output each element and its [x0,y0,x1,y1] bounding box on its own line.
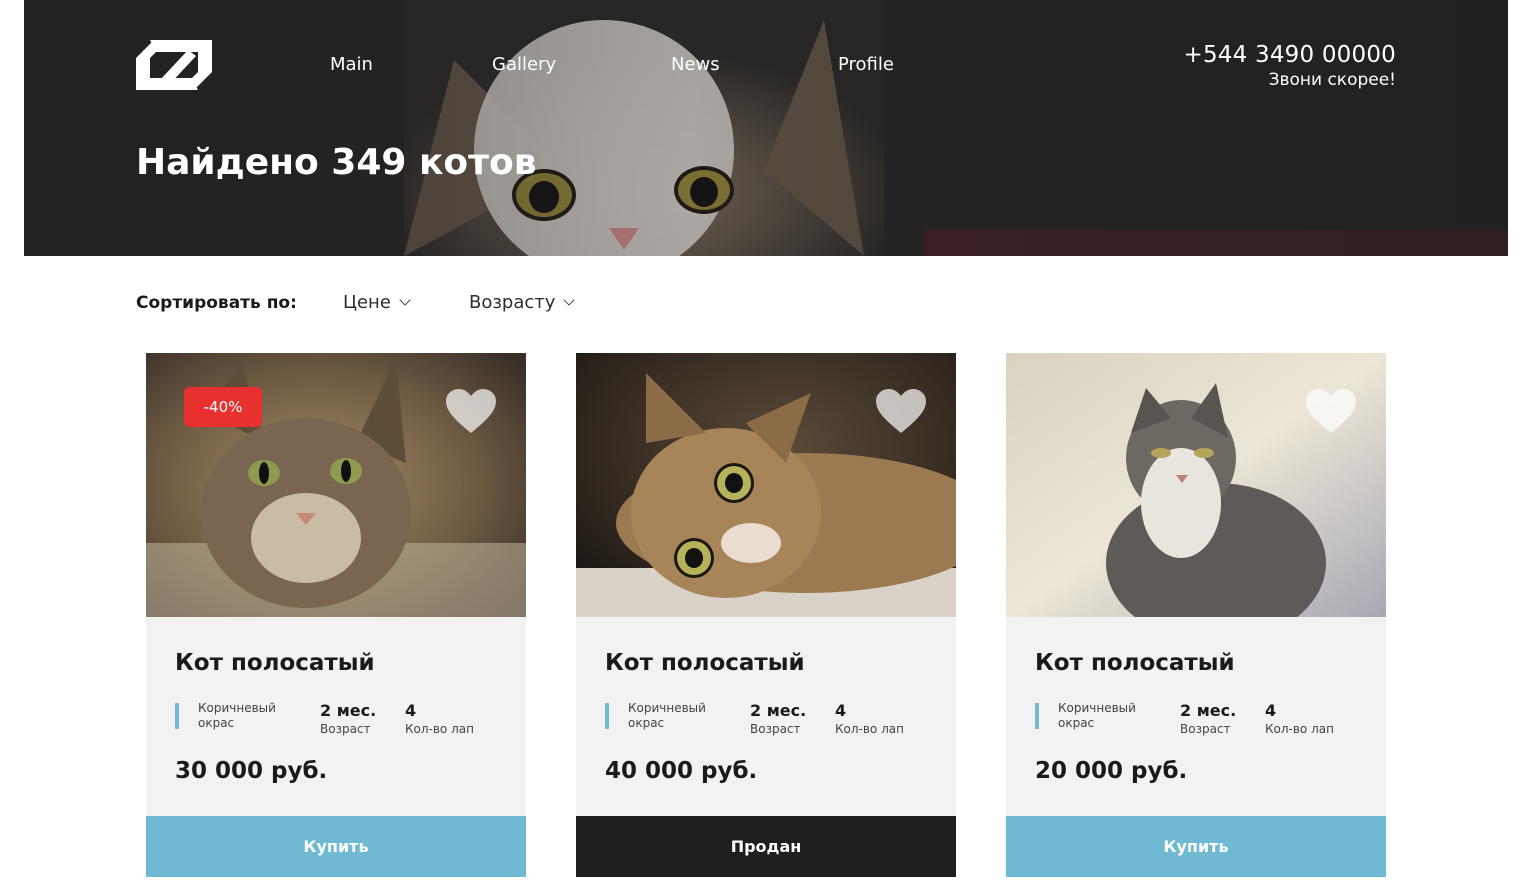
spec-accent-bar [1035,703,1039,729]
nav-profile[interactable]: Profile [838,54,894,75]
spec-accent-bar [175,703,179,729]
spec-color: Коричневый окрас [1058,701,1136,730]
spec-paws-label: Кол-во лап [405,722,474,736]
cat-title[interactable]: Кот полосатый [1035,650,1235,676]
spec-paws-label: Кол-во лап [835,722,904,736]
heart-icon[interactable] [876,389,926,435]
cat-card: Кот полосатый Коричневый окрас 2 мес. Во… [576,353,956,877]
sort-label: Сортировать по: [136,293,297,313]
spec-age-value: 2 мес. [320,701,377,720]
hero-overlay [24,0,1508,256]
spec-paws-value: 4 [1265,701,1277,720]
cat-specs: Коричневый окрас 2 мес. Возраст 4 Кол-во… [175,700,505,740]
cat-price: 40 000 руб. [605,758,758,784]
spec-accent-bar [605,703,609,729]
discount-badge: -40% [184,387,262,427]
page-title: Найдено 349 котов [136,142,537,183]
spec-age-value: 2 мес. [1180,701,1237,720]
chevron-down-icon [563,294,576,306]
spec-paws-value: 4 [405,701,417,720]
nav-gallery[interactable]: Gallery [492,54,556,75]
spec-age-label: Возраст [1180,722,1231,736]
contact-block: +544 3490 00000 Звони скорее! [1184,42,1397,90]
cat-card: Кот полосатый Коричневый окрас 2 мес. Во… [1006,353,1386,877]
sold-button[interactable]: Продан [576,816,956,877]
spec-age-value: 2 мес. [750,701,807,720]
cat-specs: Коричневый окрас 2 мес. Возраст 4 Кол-во… [1035,700,1365,740]
logo-mark-icon[interactable] [136,40,212,90]
cat-price: 20 000 руб. [1035,758,1188,784]
cat-price: 30 000 руб. [175,758,328,784]
buy-button[interactable]: Купить [146,816,526,877]
heart-icon[interactable] [446,389,496,435]
buy-button[interactable]: Купить [1006,816,1386,877]
sort-option-label: Возрасту [469,292,556,313]
cat-specs: Коричневый окрас 2 мес. Возраст 4 Кол-во… [605,700,935,740]
sort-by-age[interactable]: Возрасту [469,292,576,313]
phone-number[interactable]: +544 3490 00000 [1184,42,1397,68]
sort-by-price[interactable]: Цене [343,292,411,313]
heart-icon[interactable] [1306,389,1356,435]
nav-news[interactable]: News [671,54,720,75]
spec-color: Коричневый окрас [198,701,276,730]
sort-option-label: Цене [343,292,391,313]
sort-bar: Сортировать по: Цене Возрасту [136,290,736,318]
cat-card: -40% Кот полосатый Коричневый окрас 2 ме… [146,353,526,877]
spec-age-label: Возраст [750,722,801,736]
hero-banner: Main Gallery News Profile +544 3490 0000… [24,0,1508,256]
phone-caption: Звони скорее! [1268,70,1396,90]
spec-age-label: Возраст [320,722,371,736]
spec-paws-value: 4 [835,701,847,720]
nav-main[interactable]: Main [330,54,373,75]
cat-title[interactable]: Кот полосатый [605,650,805,676]
cat-title[interactable]: Кот полосатый [175,650,375,676]
chevron-down-icon [399,294,411,306]
spec-paws-label: Кол-во лап [1265,722,1334,736]
spec-color: Коричневый окрас [628,701,706,730]
